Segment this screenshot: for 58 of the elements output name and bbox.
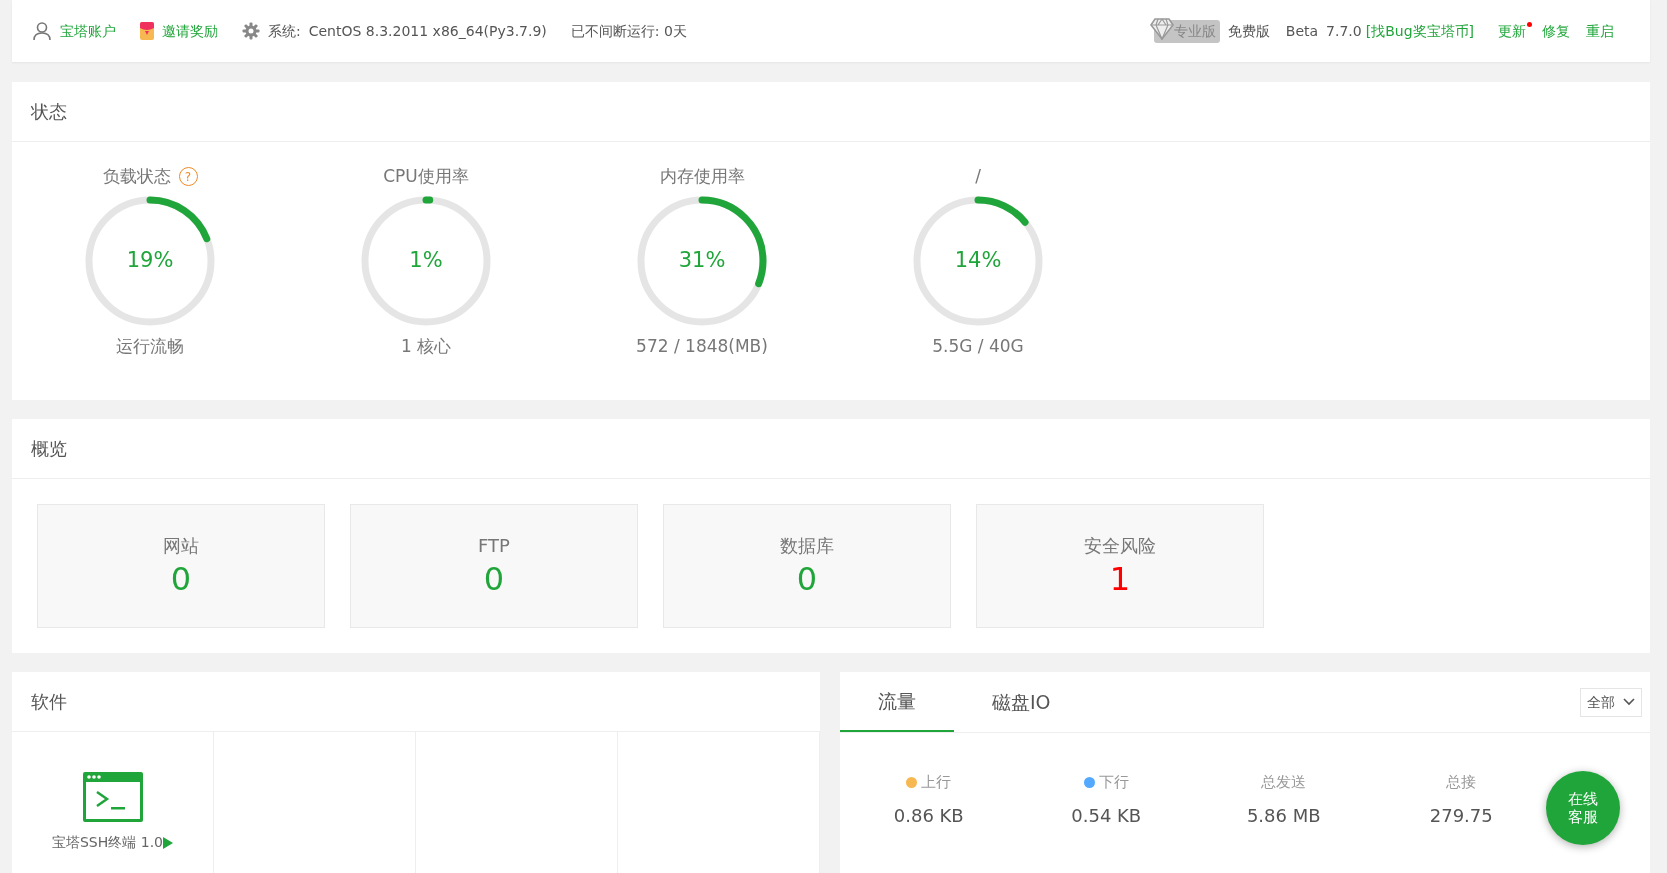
uptime-text: 已不间断运行: 0天: [570, 21, 687, 41]
action-link[interactable]: 重启: [1586, 20, 1614, 42]
card-value: 0: [483, 558, 505, 600]
gauge-caption: 1 核心: [399, 334, 453, 358]
gear-icon: [242, 22, 260, 40]
overview-card[interactable]: 安全风险 1: [976, 504, 1264, 628]
action-link[interactable]: 更新: [1498, 20, 1526, 42]
gauge-caption: 5.5G / 40G: [931, 334, 1025, 358]
card-value: 1: [1109, 558, 1131, 600]
gauge-caption: 运行流畅: [115, 334, 185, 358]
gauge-caption: 572 / 1848(MB): [635, 334, 769, 358]
tab[interactable]: 磁盘IO: [954, 672, 1089, 732]
overview-card[interactable]: FTP 0: [350, 504, 638, 628]
stat-label: 总接: [1446, 772, 1477, 793]
system-label: 系统:: [268, 21, 301, 41]
gauge-value: 1%: [408, 246, 444, 274]
invite-link[interactable]: 邀请奖励: [162, 20, 218, 42]
system-info: CentOS 8.3.2011 x86_64(Py3.7.9): [308, 21, 547, 41]
chevron-down-icon: [1623, 698, 1635, 706]
stat-value: 0.86 KB: [892, 803, 965, 828]
gauge-value: 19%: [125, 246, 175, 274]
chat-button[interactable]: 在线 客服: [1546, 771, 1620, 845]
panel-title: 软件: [12, 672, 820, 732]
panel-title: 状态: [12, 82, 1650, 142]
stat-value: 279.75: [1428, 803, 1494, 828]
card-value: 0: [796, 558, 818, 600]
gauge-title: /: [975, 165, 981, 188]
action-link[interactable]: 修复: [1542, 20, 1570, 42]
card-label: 安全风险: [1084, 533, 1156, 558]
overview-card[interactable]: 网站 0: [37, 504, 325, 628]
version-text: 7.7.0: [1326, 21, 1362, 41]
stat-label: 上行: [921, 772, 952, 793]
stat-label: 总发送: [1261, 772, 1307, 793]
account-link[interactable]: 宝塔账户: [60, 20, 116, 42]
card-label: FTP: [478, 533, 510, 558]
gauge-value: 14%: [953, 246, 1003, 274]
gauge-title: 负载状态: [102, 165, 171, 188]
gauge-title: CPU使用率: [383, 165, 469, 188]
channel-text: Beta: [1285, 21, 1319, 41]
envelope-icon: [140, 22, 154, 40]
software-name[interactable]: 宝塔SSH终端 1.0: [52, 832, 163, 853]
bug-link[interactable]: [找Bug奖宝塔币]: [1365, 20, 1474, 42]
filter-select[interactable]: 全部: [1580, 687, 1642, 717]
stat-label: 下行: [1098, 772, 1129, 793]
stat-value: 0.54 KB: [1070, 803, 1143, 828]
terminal-icon[interactable]: [82, 772, 143, 822]
edition-text: 免费版: [1227, 21, 1270, 41]
gauge-value: 31%: [677, 246, 727, 274]
panel-title: 概览: [12, 419, 1650, 479]
card-label: 数据库: [780, 533, 834, 558]
card-value: 0: [170, 558, 192, 600]
overview-card[interactable]: 数据库 0: [663, 504, 951, 628]
card-label: 网站: [163, 533, 199, 558]
play-icon[interactable]: [163, 836, 173, 849]
gauge-title: 内存使用率: [659, 165, 745, 188]
user-icon: [32, 21, 52, 41]
stat-value: 5.86 MB: [1245, 803, 1322, 828]
tab[interactable]: 流量: [840, 672, 954, 732]
